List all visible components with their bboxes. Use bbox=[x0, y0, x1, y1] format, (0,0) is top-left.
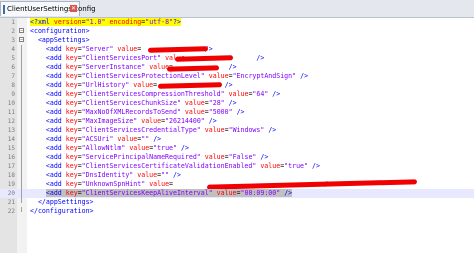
fold-guide bbox=[21, 54, 22, 63]
fold-guide bbox=[21, 90, 22, 99]
code-line: 2 − <configuration> bbox=[0, 27, 474, 36]
code-text: </appSettings> bbox=[37, 198, 94, 206]
line-number: 18 bbox=[7, 172, 15, 179]
code-line: 9 <add key="ClientServicesCompressionThr… bbox=[0, 90, 474, 99]
line-number: 9 bbox=[11, 91, 15, 98]
line-number: 7 bbox=[11, 73, 15, 80]
code-line: 7 <add key="ClientServicesProtectionLeve… bbox=[0, 72, 474, 81]
line-number: 6 bbox=[11, 64, 15, 71]
code-line: 21 </appSettings> bbox=[0, 198, 474, 207]
code-text: <add key="ClientServicesCertificateValid… bbox=[45, 162, 320, 170]
code-text: <?xml version="1.0" encoding="utf-8"?> bbox=[30, 18, 181, 26]
code-line: 14 <add key="ACSUri" value="" /> bbox=[0, 135, 474, 144]
code-line: 13 <add key="ClientServicesCredentialTyp… bbox=[0, 126, 474, 135]
code-text: <add key="MaxImageSize" value="26214400"… bbox=[45, 117, 217, 125]
fold-toggle-icon[interactable]: − bbox=[19, 37, 24, 43]
line-number: 3 bbox=[11, 37, 15, 44]
code-line: 3 − <appSettings> bbox=[0, 36, 474, 45]
code-line: 8 <add key="UrlHistory" value= /> bbox=[0, 81, 474, 90]
fold-toggle-icon[interactable]: − bbox=[19, 28, 24, 34]
fold-guide bbox=[21, 171, 22, 180]
fold-guide bbox=[21, 189, 22, 198]
line-number: 8 bbox=[11, 82, 15, 89]
line-number: 15 bbox=[7, 145, 15, 152]
code-text: <add key="ClientServicesChunkSize" value… bbox=[45, 99, 237, 107]
line-number: 20 bbox=[7, 190, 15, 197]
code-line: 10 <add key="ClientServicesChunkSize" va… bbox=[0, 99, 474, 108]
file-icon bbox=[3, 4, 5, 14]
file-tab-label: ClientUserSettings.config bbox=[7, 5, 96, 13]
fold-guide bbox=[21, 162, 22, 171]
code-text: <add key="ClientServicesCompressionThres… bbox=[45, 90, 281, 98]
close-icon[interactable]: ✕ bbox=[70, 5, 77, 12]
code-line: 17 <add key="ClientServicesCertificateVa… bbox=[0, 162, 474, 171]
fold-guide bbox=[21, 198, 22, 203]
line-number: 13 bbox=[7, 127, 15, 134]
code-line: 6 <add key="ServerInstance" value= /> bbox=[0, 63, 474, 72]
fold-guide bbox=[21, 99, 22, 108]
line-number: 2 bbox=[11, 28, 15, 35]
line-number: 21 bbox=[7, 199, 15, 206]
fold-guide bbox=[21, 180, 22, 189]
code-text: <add key="MaxNoOfXMLRecordsToSend" value… bbox=[45, 108, 245, 116]
line-number: 10 bbox=[7, 100, 15, 107]
fold-guide bbox=[21, 45, 22, 54]
fold-guide bbox=[21, 135, 22, 144]
code-text: <configuration> bbox=[30, 27, 90, 35]
code-text: </configuration> bbox=[30, 207, 94, 215]
code-line: 11 <add key="MaxNoOfXMLRecordsToSend" va… bbox=[0, 108, 474, 117]
line-number: 4 bbox=[11, 46, 15, 53]
code-text: <add key="ClientServicesCredentialType" … bbox=[45, 126, 277, 134]
line-number: 12 bbox=[7, 118, 15, 125]
code-line: 4 <add key="Server" value= /> bbox=[0, 45, 474, 54]
line-number: 11 bbox=[7, 109, 15, 116]
current-code-line: 20 <add key="ClientServicesKeepAliveInte… bbox=[0, 189, 474, 198]
tab-bar: ClientUserSettings.config ✕ bbox=[0, 0, 474, 18]
line-number: 19 bbox=[7, 181, 15, 188]
fold-guide bbox=[21, 153, 22, 162]
line-number: 14 bbox=[7, 136, 15, 143]
code-text: <add key="ClientServicesProtectionLevel"… bbox=[45, 72, 309, 80]
line-number: 22 bbox=[7, 208, 15, 215]
code-text: <add key="DnsIdentity" value="" /> bbox=[45, 171, 181, 179]
code-line: 16 <add key="ServicePrincipalNameRequire… bbox=[0, 153, 474, 162]
code-line: 19 <add key="UnknownSpnHint" value= /> bbox=[0, 179, 474, 190]
code-editor[interactable]: 1 <?xml version="1.0" encoding="utf-8"?>… bbox=[0, 18, 474, 253]
code-text: <add key="ClientServicesKeepAliveInterva… bbox=[45, 189, 293, 197]
fold-guide bbox=[21, 81, 22, 90]
fold-guide bbox=[21, 126, 22, 135]
file-tab[interactable]: ClientUserSettings.config ✕ bbox=[0, 1, 96, 16]
fold-guide bbox=[21, 63, 22, 72]
line-number: 5 bbox=[11, 55, 15, 62]
code-line: 5 <add key="ClientServicesPort" value= /… bbox=[0, 54, 474, 63]
code-text: <add key="AllowNtlm" value="true" /> bbox=[45, 144, 189, 152]
code-line: 22 </configuration> bbox=[0, 207, 474, 216]
code-text: <appSettings> bbox=[37, 36, 90, 44]
fold-guide bbox=[21, 72, 22, 81]
code-line: 15 <add key="AllowNtlm" value="true" /> bbox=[0, 144, 474, 153]
code-line: 1 <?xml version="1.0" encoding="utf-8"?> bbox=[0, 18, 474, 27]
code-line: 12 <add key="MaxImageSize" value="262144… bbox=[0, 117, 474, 126]
fold-guide bbox=[21, 108, 22, 117]
fold-guide bbox=[21, 207, 22, 212]
fold-guide bbox=[21, 144, 22, 153]
line-number: 16 bbox=[7, 154, 15, 161]
fold-guide bbox=[21, 117, 22, 126]
line-number: 1 bbox=[11, 19, 15, 26]
code-text: <add key="ACSUri" value="" /> bbox=[45, 135, 162, 143]
line-number: 17 bbox=[7, 163, 15, 170]
code-text: <add key="ServicePrincipalNameRequired" … bbox=[45, 153, 269, 161]
